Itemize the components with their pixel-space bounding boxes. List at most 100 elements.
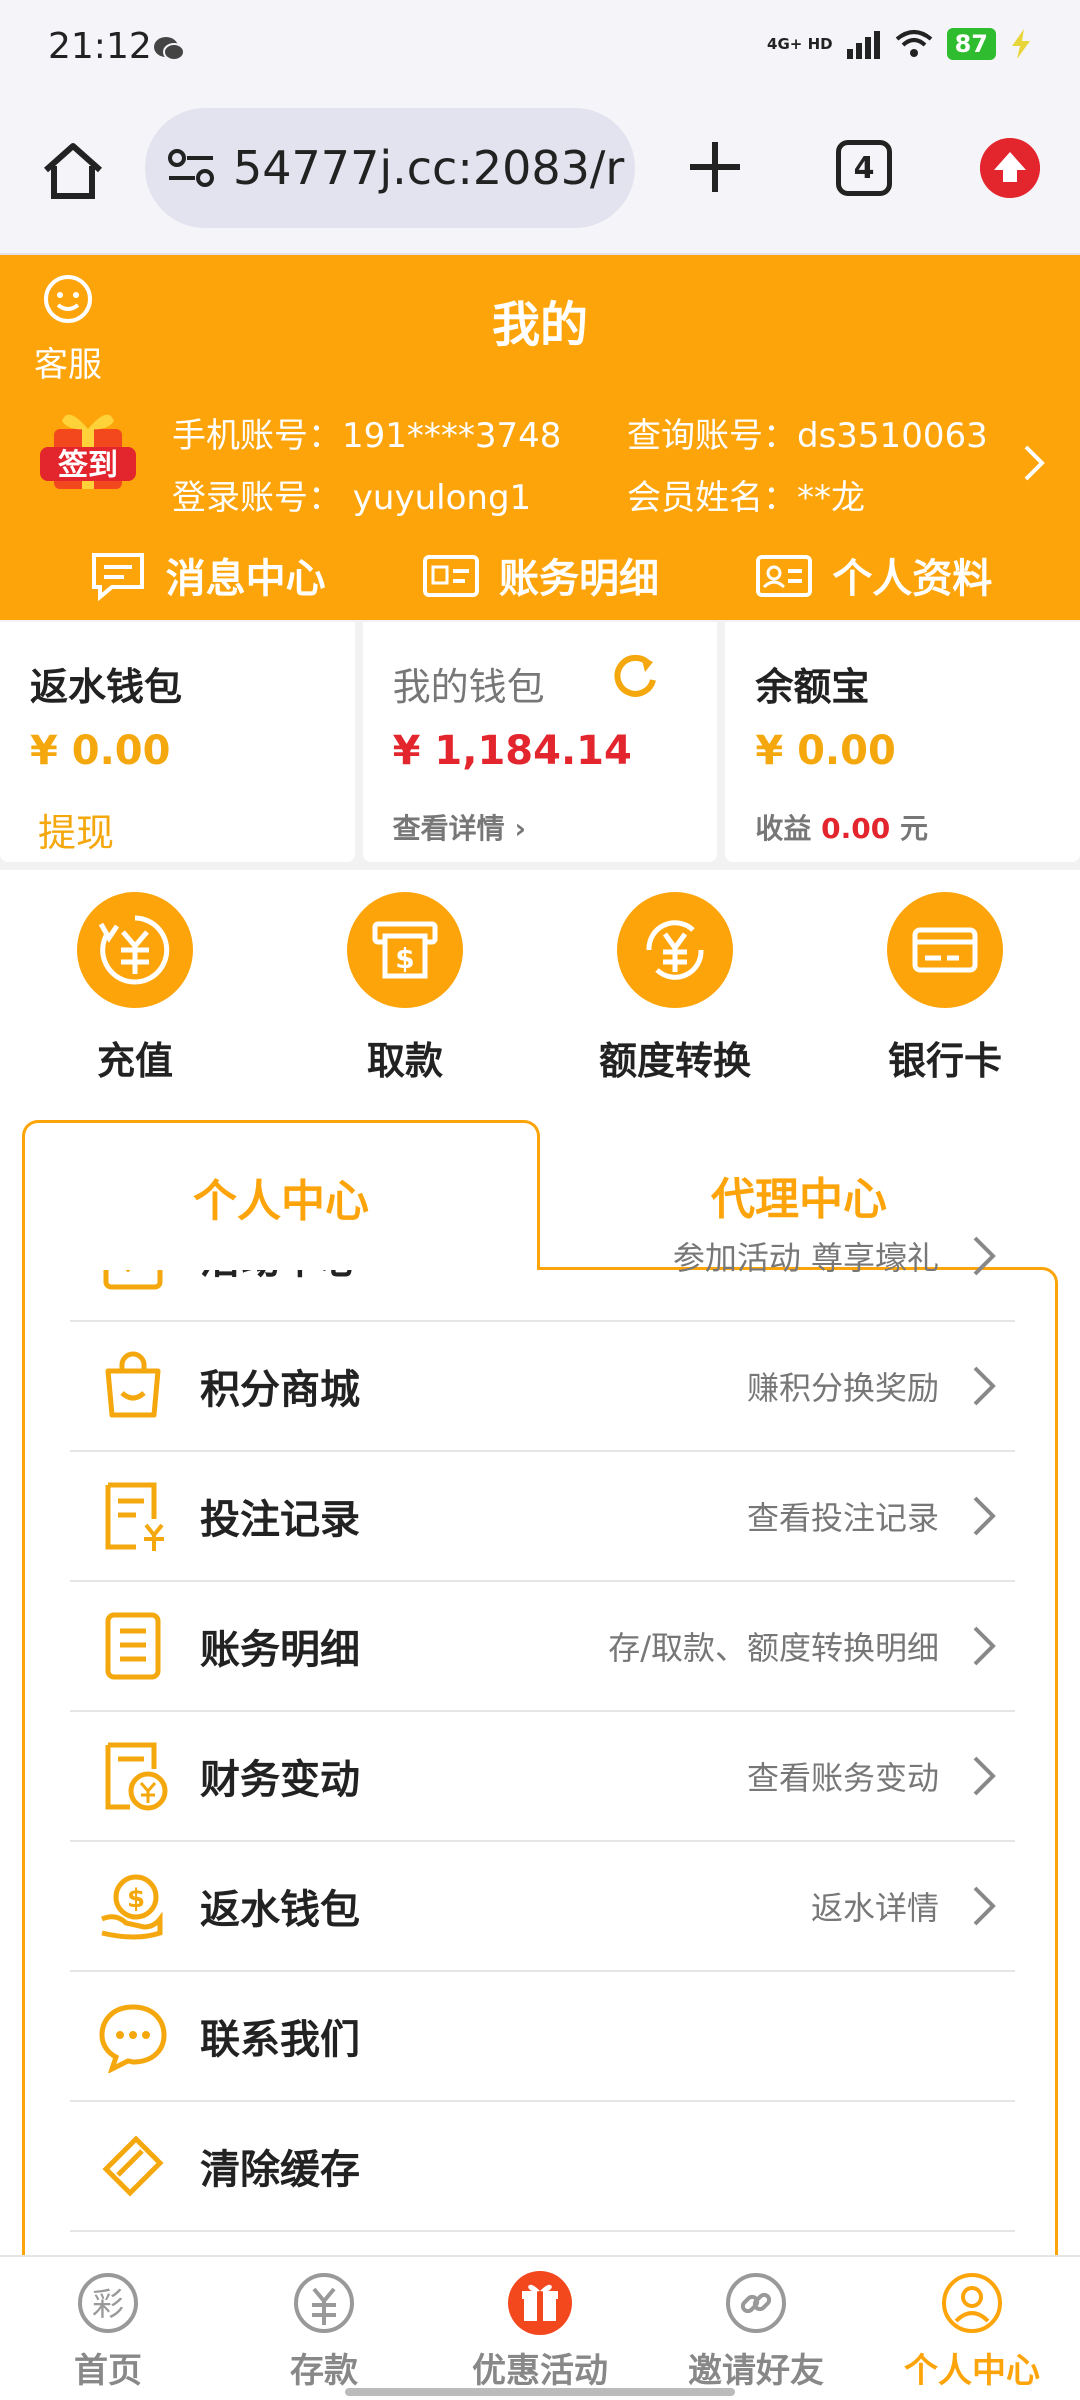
bank-card-button[interactable]: 银行卡 — [810, 870, 1080, 1095]
hand-money-icon: $ — [101, 1874, 163, 1940]
earnings-unit: 元 — [899, 812, 928, 845]
menu-item-bet-records[interactable]: 投注记录 查看投注记录 — [70, 1452, 1015, 1582]
shortcut-account-details[interactable]: 账务明细 — [421, 535, 659, 615]
shortcut-messages[interactable]: 消息中心 — [88, 535, 326, 615]
action-label: 银行卡 — [887, 1039, 1002, 1083]
tab-switcher-button[interactable]: 4 — [836, 140, 892, 196]
transfer-button[interactable]: 额度转换 — [540, 870, 810, 1095]
nav-deposit[interactable]: 存款 — [216, 2257, 432, 2400]
id-card-icon — [756, 555, 813, 597]
menu-item-contact-us[interactable]: 联系我们 — [70, 1972, 1015, 2102]
wallet-amount: ¥ 1,184.14 — [392, 728, 632, 774]
broom-icon — [102, 2135, 164, 2197]
phone-account: 手机账号：191****3748 — [172, 416, 562, 456]
chevron-right-icon: › — [514, 812, 526, 845]
nav-label: 优惠活动 — [472, 2351, 608, 2391]
tab-personal-center[interactable]: 个人中心 — [22, 1120, 540, 1270]
nav-promotions[interactable]: 优惠活动 — [432, 2257, 648, 2400]
earnings-label: 收益 — [755, 812, 812, 845]
network-label: 4G+ HD — [767, 35, 833, 53]
nav-label: 存款 — [290, 2351, 358, 2391]
wallet-title: 返水钱包 — [30, 665, 183, 709]
signal-icon — [846, 31, 880, 59]
yuan-coin-icon — [294, 2273, 354, 2333]
address-bar[interactable]: 54777j.cc:2083/r — [145, 108, 635, 228]
menu-item-label: 财务变动 — [200, 1757, 360, 1803]
shopping-bag-icon — [105, 1351, 161, 1418]
shortcut-label: 消息中心 — [165, 556, 326, 602]
action-label: 额度转换 — [598, 1039, 751, 1083]
rebate-wallet-card: 返水钱包 ¥ 0.00 提现 — [0, 622, 355, 862]
wallet-cards: 返水钱包 ¥ 0.00 提现 我的钱包 ¥ 1,184.14 查看详情 › 余额… — [0, 622, 1080, 862]
withdraw-link[interactable]: 提现 — [38, 802, 114, 857]
transfer-icon — [617, 892, 733, 1008]
chat-bubble-icon — [99, 2004, 167, 2073]
message-icon — [91, 553, 144, 601]
refresh-icon[interactable] — [609, 650, 661, 702]
withdraw-button[interactable]: $ 取款 — [270, 870, 540, 1095]
nav-label: 邀请好友 — [688, 2351, 824, 2391]
deposit-button[interactable]: 充值 — [0, 870, 270, 1095]
menu-item-financial-changes[interactable]: 财务变动 查看账务变动 — [70, 1712, 1015, 1842]
menu-item-clear-cache[interactable]: 清除缓存 — [70, 2102, 1015, 2232]
svg-text:$: $ — [395, 942, 414, 975]
chevron-right-icon — [973, 1366, 996, 1406]
nav-home[interactable]: 彩 首页 — [0, 2257, 216, 2400]
action-label: 取款 — [366, 1039, 443, 1083]
update-icon[interactable] — [980, 138, 1040, 198]
wechat-icon — [154, 37, 185, 61]
new-tab-icon[interactable] — [680, 132, 750, 202]
wallet-title: 我的钱包 — [392, 665, 545, 709]
chevron-right-icon — [973, 1756, 996, 1796]
url-text[interactable]: 54777j.cc:2083/r — [233, 141, 624, 195]
query-account: 查询账号：ds3510063 — [627, 416, 988, 456]
action-label: 充值 — [96, 1039, 173, 1083]
chevron-right-icon — [973, 1496, 996, 1536]
shortcut-label: 个人资料 — [832, 556, 993, 602]
status-indicators: 4G+ HD 87 — [767, 28, 1032, 60]
lottery-icon: 彩 — [78, 2273, 138, 2333]
chevron-right-icon — [973, 1626, 996, 1666]
nav-personal-center[interactable]: 个人中心 — [864, 2257, 1080, 2400]
home-icon[interactable] — [38, 136, 108, 206]
nav-invite[interactable]: 邀请好友 — [648, 2257, 864, 2400]
chevron-right-icon — [973, 1236, 996, 1276]
nav-label: 个人中心 — [904, 2351, 1040, 2391]
view-details-label: 查看详情 — [392, 812, 505, 845]
earnings-value: 0.00 — [821, 812, 891, 845]
link-icon — [726, 2273, 786, 2333]
shortcut-label: 账务明细 — [498, 556, 659, 602]
login-account: 登录账号： yuyulong1 — [172, 478, 532, 518]
deposit-icon — [77, 892, 193, 1008]
status-bar: 21:12 4G+ HD 87 — [0, 0, 1080, 100]
menu-item-hint: 存/取款、额度转换明细 — [608, 1629, 939, 1667]
signin-gift-icon[interactable]: 签到 — [38, 403, 138, 503]
menu-item-rebate-wallet[interactable]: $ 返水钱包 返水详情 — [70, 1842, 1015, 1972]
finance-change-icon — [105, 1742, 168, 1811]
menu-list: 活动中心 参加活动 尊享壕礼 积分商城 赚积分换奖励 投注记录 查看投注记录 账… — [70, 1192, 1015, 2232]
menu-item-account-details[interactable]: 账务明细 存/取款、额度转换明细 — [70, 1582, 1015, 1712]
menu-item-hint: 查看投注记录 — [746, 1499, 939, 1537]
menu-item-hint: 返水详情 — [810, 1889, 939, 1927]
menu-item-points-mall[interactable]: 积分商城 赚积分换奖励 — [70, 1322, 1015, 1452]
svg-text:彩: 彩 — [92, 2285, 124, 2323]
main-wallet-card: 我的钱包 ¥ 1,184.14 查看详情 › — [362, 622, 718, 862]
page-title: 我的 — [491, 297, 588, 353]
site-settings-icon[interactable] — [167, 148, 215, 188]
battery-level: 87 — [946, 28, 996, 60]
document-list-icon — [105, 1612, 161, 1680]
menu-item-label: 清除缓存 — [200, 2147, 360, 2193]
earnings: 收益 0.00 元 — [755, 807, 928, 847]
menu-item-hint: 赚积分换奖励 — [746, 1369, 939, 1407]
view-details-link[interactable]: 查看详情 › — [393, 807, 526, 847]
menu-item-label: 积分商城 — [200, 1367, 360, 1413]
profile-header: 客服 我的 签到 手机账号：191****3748 查询账号：ds3510063… — [0, 255, 1080, 620]
profile-chevron-icon[interactable] — [1022, 443, 1046, 483]
shortcut-profile[interactable]: 个人资料 — [754, 535, 992, 615]
charging-icon — [1012, 29, 1030, 59]
yuebao-card: 余额宝 ¥ 0.00 收益 0.00 元 — [725, 622, 1080, 862]
gesture-bar — [345, 2388, 735, 2396]
svg-text:$: $ — [127, 1884, 145, 1914]
bottom-nav: 彩 首页 存款 优惠活动 邀请好友 个人中心 — [0, 2255, 1080, 2400]
gift-box-icon — [508, 2271, 572, 2335]
